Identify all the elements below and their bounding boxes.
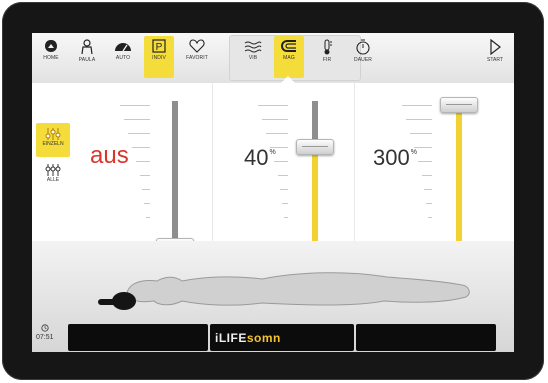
scale-tick [140,175,150,176]
mag-slider-handle[interactable] [296,139,334,155]
scale-tick [284,217,288,218]
person-icon [81,39,93,55]
clock-icon [41,324,49,332]
scale-tick [120,105,150,106]
zone-bar-left[interactable] [68,324,208,351]
scale-tick [136,161,150,162]
scale-tick [146,217,150,218]
fir-slider-handle[interactable] [440,97,478,113]
top-toolbar: HOME PAULA AUTO P INDIV FAVORIT VIB MAG … [32,33,514,84]
body-silhouette [98,272,470,310]
scale-tick [132,147,150,148]
mode-single-button[interactable]: EINZELN [36,123,70,157]
scale-tick [270,147,288,148]
play-icon [490,39,501,55]
scale-tick [282,203,288,204]
dauer-button[interactable]: DAUER [348,36,378,78]
pillow-icon [98,299,128,305]
scale-tick [144,203,150,204]
fir-button[interactable]: FIR [312,36,342,78]
scale-tick [414,147,432,148]
fir-fill [456,101,462,251]
scale-tick [142,189,150,190]
tablet-frame: HOME PAULA AUTO P INDIV FAVORIT VIB MAG … [2,2,544,380]
scale-tick [410,133,432,134]
clock: 07:51 [36,324,54,341]
scale-tick [128,133,150,134]
scale-tick [402,105,432,106]
scale-tick [424,189,432,190]
thermometer-icon [324,39,332,55]
home-button[interactable]: HOME [36,36,66,78]
favorit-button[interactable]: FAVORIT [182,36,212,78]
vib-track[interactable] [172,101,178,251]
scale-tick [278,175,288,176]
sliders-all-icon [45,164,61,176]
auto-button[interactable]: AUTO [108,36,138,78]
scale-tick [262,119,288,120]
sliders-single-icon [45,128,61,140]
column-divider [212,83,213,241]
scale-tick [426,203,432,204]
scale-tick [406,119,432,120]
body-zone-area: iLIFEsomn [32,241,514,352]
fir-value: 300% [373,145,417,170]
p-box-icon: P [152,39,166,53]
mag-fill [312,141,318,251]
wave-icon [244,41,262,53]
timer-icon [356,39,370,55]
slider-panel: EINZELN ALLE aus 40% 300% [32,83,514,254]
svg-text:P: P [156,42,163,53]
home-icon [45,40,57,52]
scale-tick [422,175,432,176]
column-divider [354,83,355,241]
mode-all-button[interactable]: ALLE [36,159,70,193]
brand-logo: iLIFEsomn [215,331,281,345]
paula-button[interactable]: PAULA [72,36,102,78]
vib-button[interactable]: VIB [238,36,268,78]
magnet-icon [281,40,296,52]
selected-pointer [281,76,295,83]
mag-value: 40% [244,145,276,170]
scale-tick [428,217,432,218]
scale-tick [124,119,150,120]
start-button[interactable]: START [480,36,510,63]
screen: HOME PAULA AUTO P INDIV FAVORIT VIB MAG … [32,33,514,352]
scale-tick [266,133,288,134]
zone-bar-right[interactable] [356,324,496,351]
heart-icon [189,39,205,53]
vib-value: aus [90,142,129,169]
mag-button[interactable]: MAG [274,36,304,78]
indiv-button[interactable]: P INDIV [144,36,174,78]
gauge-icon [115,43,131,52]
mag-track[interactable] [312,101,318,141]
scale-tick [258,105,288,106]
scale-tick [274,161,288,162]
scale-tick [418,161,432,162]
scale-tick [280,189,288,190]
